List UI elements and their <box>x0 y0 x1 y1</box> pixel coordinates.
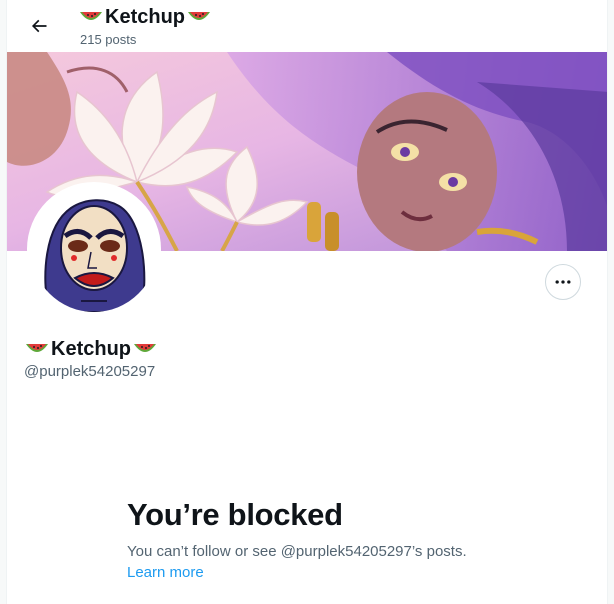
profile-column: Ketchup 215 posts Ketchup @purplek542052… <box>6 0 608 604</box>
profile-display-name: Ketchup <box>25 337 157 361</box>
blocked-message: You can’t follow or see @purplek54205297… <box>127 543 467 560</box>
watermelon-icon <box>26 344 48 352</box>
more-horizontal-icon <box>555 280 571 284</box>
learn-more-link[interactable]: Learn more <box>127 564 204 581</box>
header-name-text: Ketchup <box>105 6 185 28</box>
profile-handle: @purplek54205297 <box>24 363 156 380</box>
watermelon-icon <box>80 12 102 20</box>
watermelon-icon <box>188 12 210 20</box>
more-options-button[interactable] <box>545 264 581 300</box>
watermelon-icon <box>134 344 156 352</box>
blocked-title: You’re blocked <box>127 497 343 532</box>
profile-header: Ketchup 215 posts <box>7 0 607 52</box>
profile-name-text: Ketchup <box>51 338 131 360</box>
avatar-image <box>31 186 157 312</box>
arrow-left-icon <box>31 19 47 33</box>
header-display-name: Ketchup <box>79 5 211 29</box>
avatar[interactable] <box>27 182 161 316</box>
post-count: 215 posts <box>80 32 137 47</box>
back-button[interactable] <box>21 8 57 44</box>
